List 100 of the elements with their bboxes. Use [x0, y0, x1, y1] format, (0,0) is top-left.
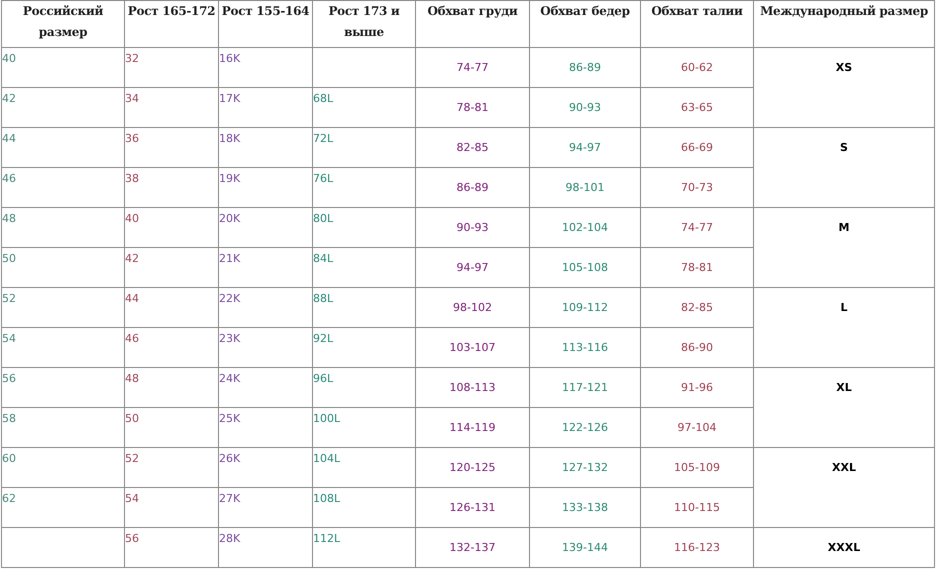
table-cell: 120-125 [450, 460, 496, 474]
table-cell: 66-69 [681, 140, 713, 154]
international-size: S [840, 141, 848, 154]
column-header: Международный размер [754, 0, 934, 48]
table-cell: 42 [125, 252, 139, 265]
table-cell: 104L [313, 452, 340, 465]
table-cell: 133-138 [562, 500, 608, 514]
table-cell: 96L [313, 372, 334, 385]
table-cell: 94-97 [569, 140, 601, 154]
table-cell: 110-115 [674, 500, 720, 514]
table-cell: 122-126 [562, 420, 608, 434]
table-cell: 82-85 [456, 140, 488, 154]
table-cell: 26K [219, 452, 240, 465]
column-header: Рост 155-164 [218, 0, 312, 48]
table-cell: 36 [125, 132, 139, 145]
table-cell: 116-123 [674, 540, 720, 554]
international-size: XXXL [828, 541, 860, 554]
table-cell: 109-112 [562, 300, 608, 314]
international-size: XL [836, 381, 852, 394]
table-cell: 103-107 [450, 340, 496, 354]
column-header: Рост 165-172 [124, 0, 218, 48]
table-cell: 70-73 [681, 180, 713, 194]
table-cell: 100L [313, 412, 340, 425]
table-cell: 86-89 [456, 180, 488, 194]
column-header: Обхват груди [416, 0, 530, 48]
table-cell: 139-144 [562, 540, 608, 554]
table-cell: 68L [313, 92, 334, 105]
table-cell: 127-132 [562, 460, 608, 474]
table-cell: 78-81 [456, 100, 488, 114]
table-cell: 32 [125, 52, 139, 65]
table-cell: 25K [219, 412, 240, 425]
table-cell: 38 [125, 172, 139, 185]
table-cell: 105-109 [674, 460, 720, 474]
table-cell: 56 [125, 532, 139, 545]
table-cell: 80L [313, 212, 334, 225]
table-cell: 46 [125, 332, 139, 345]
table-cell: 98-101 [566, 180, 604, 194]
table-cell: 97-104 [678, 420, 716, 434]
table-cell: 60-62 [681, 60, 713, 74]
table-cell: 74-77 [681, 220, 713, 234]
table-cell: 108-113 [450, 380, 496, 394]
table-cell: 63-65 [681, 100, 713, 114]
table-cell: 102-104 [562, 220, 608, 234]
table-cell: 60 [2, 452, 16, 465]
column-header: Рост 173 и выше [312, 0, 416, 48]
international-size: L [840, 301, 848, 314]
table-cell: 112L [313, 532, 340, 545]
table-cell: 40 [2, 52, 16, 65]
column-header: Российский размер [2, 0, 124, 48]
table-cell: 90-93 [456, 220, 488, 234]
table-cell: 126-131 [450, 500, 496, 514]
table-cell: 88L [313, 292, 334, 305]
table-cell: 21K [219, 252, 240, 265]
table-cell: 78-81 [681, 260, 713, 274]
table-cell: 18K [219, 132, 240, 145]
international-size: XS [836, 61, 852, 74]
table-cell: 40 [125, 212, 139, 225]
table-cell: 94-97 [456, 260, 488, 274]
table-cell: 86-90 [681, 340, 713, 354]
table-cell: 105-108 [562, 260, 608, 274]
table-cell: 46 [2, 172, 16, 185]
international-size: XXL [832, 461, 856, 474]
table-cell: 56 [2, 372, 16, 385]
table-cell: 48 [2, 212, 16, 225]
table-cell: 90-93 [569, 100, 601, 114]
table-cell: 113-116 [562, 340, 608, 354]
table-cell: 76L [313, 172, 334, 185]
table-cell: 34 [125, 92, 139, 105]
international-size: M [838, 221, 850, 234]
table-cell: 52 [125, 452, 139, 465]
table-cell: 82-85 [681, 300, 713, 314]
table-cell: 17K [219, 92, 240, 105]
table-cell: 16K [219, 52, 240, 65]
table-cell: 50 [125, 412, 139, 425]
table-cell: 117-121 [562, 380, 608, 394]
table-cell: 52 [2, 292, 16, 305]
column-header: Обхват талии [640, 0, 754, 48]
table-cell: 42 [2, 92, 16, 105]
table-cell: 28K [219, 532, 240, 545]
table-cell: 44 [2, 132, 16, 145]
table-cell: 108L [313, 492, 340, 505]
column-header: Обхват бедер [530, 0, 640, 48]
table-cell: 27K [219, 492, 240, 505]
table-cell: 44 [125, 292, 139, 305]
table-cell: 132-137 [450, 540, 496, 554]
table-cell: 23K [219, 332, 240, 345]
table-cell: 72L [313, 132, 334, 145]
table-cell: 74-77 [456, 60, 488, 74]
table-cell: 98-102 [453, 300, 492, 314]
table-cell: 86-89 [569, 60, 601, 74]
table-cell: 19K [219, 172, 240, 185]
table-cell: 84L [313, 252, 334, 265]
table-cell: 91-96 [681, 380, 713, 394]
table-cell: 54 [125, 492, 139, 505]
table-cell: 58 [2, 412, 16, 425]
table-cell: 48 [125, 372, 139, 385]
table-cell: 54 [2, 332, 16, 345]
table-cell: 92L [313, 332, 334, 345]
table-cell: 62 [2, 492, 16, 505]
table-cell: 24K [219, 372, 240, 385]
